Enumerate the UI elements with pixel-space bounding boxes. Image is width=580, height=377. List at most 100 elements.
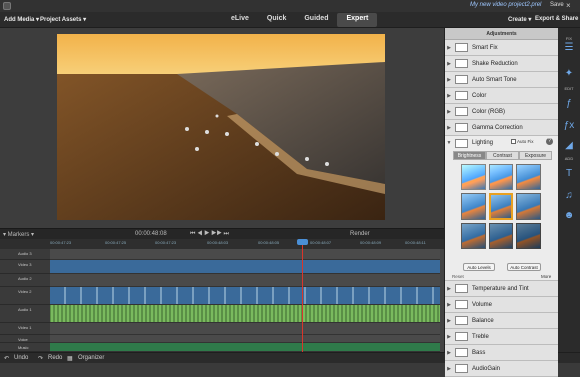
preset-thumbnail[interactable] (516, 192, 541, 221)
graphics-add-icon[interactable]: ☻ (562, 210, 576, 222)
lighting-header[interactable]: ▼ Lighting (445, 136, 558, 150)
track-lane[interactable] (50, 323, 440, 335)
tab-contrast[interactable]: Contrast (486, 151, 519, 160)
timeline-ruler[interactable]: 00:00:47:23 00:00:47:25 00:00:47:23 00:0… (0, 239, 444, 249)
render-button[interactable]: Render (350, 231, 370, 237)
playhead-handle[interactable] (297, 239, 308, 245)
video-preview[interactable] (57, 34, 385, 220)
adj-treble[interactable]: ▶ Treble (445, 329, 558, 345)
tab-guided[interactable]: Guided (295, 13, 337, 27)
adj-shake-reduction[interactable]: ▶ Shake Reduction (445, 56, 558, 72)
track-music: Music (0, 343, 444, 352)
auto-contrast-button[interactable]: Auto Contrast (507, 263, 541, 271)
chevron-right-icon: ▶ (447, 333, 451, 340)
adj-auto-smart-tone[interactable]: ▶ Auto Smart Tone (445, 72, 558, 88)
redo-icon[interactable]: ↷ (38, 355, 43, 362)
preset-thumbnail[interactable] (488, 223, 514, 249)
auto-smart-tone-icon (455, 75, 468, 84)
auto-fix-checkbox[interactable]: Auto Fix (511, 139, 534, 145)
save-button[interactable]: Save (550, 2, 564, 8)
adj-audiogain[interactable]: ▶ AudioGain (445, 361, 558, 377)
adj-smart-fix[interactable]: ▶ Smart Fix (445, 40, 558, 56)
track-lane[interactable] (50, 249, 440, 260)
track-label: Audio 2 (18, 276, 32, 281)
fx-icon[interactable]: ƒx (562, 120, 576, 132)
timecode: 00:00:48:08 (135, 231, 167, 237)
track-audio-1: Audio 1 (0, 305, 444, 323)
organizer-icon[interactable]: ▦ (67, 355, 73, 362)
create-menu[interactable]: Create ▾ (508, 16, 531, 23)
redo-button[interactable]: Redo (48, 355, 62, 361)
color-icon (455, 91, 468, 100)
organizer-button[interactable]: Organizer (78, 355, 104, 361)
chevron-right-icon: ▶ (447, 285, 451, 292)
text-fx-icon[interactable]: ƒ (562, 98, 576, 110)
track-label: Voice (18, 337, 28, 342)
track-audio-3: Audio 3 (0, 249, 444, 260)
undo-icon[interactable]: ↶ (4, 355, 9, 362)
clip-video-2[interactable] (50, 287, 440, 305)
track-lane[interactable] (50, 274, 440, 287)
preset-thumbnail[interactable] (461, 164, 486, 190)
preset-thumbnail[interactable] (488, 164, 514, 190)
app-icon[interactable] (3, 2, 11, 10)
preset-thumbnail[interactable] (461, 192, 486, 221)
play-controls[interactable]: ⏮ ◀ ▶ ▶▶ ⏭ (190, 231, 229, 238)
graphics-icon[interactable]: ◢ (562, 140, 576, 152)
preset-thumbnail[interactable] (516, 164, 541, 190)
adj-color[interactable]: ▶ Color (445, 88, 558, 104)
auto-levels-button[interactable]: Auto Levels (463, 263, 495, 271)
shake-reduction-icon (455, 59, 468, 68)
color-rgb-icon (455, 107, 468, 116)
title-icon[interactable]: T (562, 168, 576, 180)
panel-title: Adjustments (445, 28, 558, 40)
timeline-tracks: Audio 3 Video 3 Audio 2 Video 2 Audio 1 … (0, 249, 444, 352)
preset-thumbnail[interactable] (516, 223, 541, 249)
export-share-menu[interactable]: Export & Share (535, 16, 578, 22)
clip-music[interactable] (50, 343, 440, 352)
undo-button[interactable]: Undo (14, 355, 28, 361)
track-lane[interactable] (50, 335, 440, 343)
adj-temperature-tint[interactable]: ▶ Temperature and Tint (445, 281, 558, 297)
adj-bass[interactable]: ▶ Bass (445, 345, 558, 361)
reset-link[interactable]: Reset (452, 274, 464, 279)
markers-menu[interactable]: ▾ Markers ▾ (3, 231, 34, 238)
adjustments-panel: Adjustments ▶ Smart Fix ▶ Shake Reduction … (444, 28, 558, 377)
track-voice: Voice (0, 335, 444, 343)
treble-icon (455, 332, 468, 341)
add-media-menu[interactable]: Add Media ▾ (4, 16, 39, 23)
preset-thumbnail[interactable] (461, 223, 486, 249)
track-label: Audio 3 (18, 251, 32, 256)
bass-icon (455, 348, 468, 357)
adj-balance[interactable]: ▶ Balance (445, 313, 558, 329)
project-assets-menu[interactable]: Project Assets ▾ (40, 16, 86, 23)
top-area: My new video project2.prel Save × Add Me… (0, 0, 580, 28)
chevron-right-icon: ▶ (447, 92, 451, 99)
track-label: Video 2 (18, 289, 32, 294)
track-video-3: Video 3 (0, 260, 444, 274)
tab-expert[interactable]: Expert (337, 13, 378, 27)
sliders-icon[interactable]: ☰ (562, 42, 576, 54)
adj-volume[interactable]: ▶ Volume (445, 297, 558, 313)
tab-quick[interactable]: Quick (258, 13, 295, 27)
clip-audio-1[interactable] (50, 305, 440, 323)
add-label: ADD (564, 156, 574, 161)
beach-sunset-frame (57, 34, 385, 220)
playhead-line[interactable] (302, 239, 303, 352)
help-icon[interactable]: ? (546, 138, 553, 145)
clip-video-3[interactable] (50, 260, 440, 274)
music-icon[interactable]: ♫ (562, 190, 576, 202)
lighting-icon (455, 138, 468, 148)
adj-gamma-correction[interactable]: ▶ Gamma Correction (445, 120, 558, 136)
effects-icon[interactable]: ✦ (562, 68, 576, 80)
preset-thumbnail[interactable] (488, 192, 514, 221)
more-link[interactable]: More (541, 274, 551, 279)
edit-label: EDIT (564, 86, 574, 91)
lighting-tabs: Brightness Contrast Exposure (453, 151, 552, 160)
ruler-tick: 00:00:48:05 (258, 240, 280, 245)
adj-color-rgb[interactable]: ▶ Color (RGB) (445, 104, 558, 120)
tab-exposure[interactable]: Exposure (519, 151, 552, 160)
tab-elive[interactable]: eLive (222, 13, 258, 27)
close-icon[interactable]: × (566, 1, 571, 10)
tab-brightness[interactable]: Brightness (453, 151, 486, 160)
